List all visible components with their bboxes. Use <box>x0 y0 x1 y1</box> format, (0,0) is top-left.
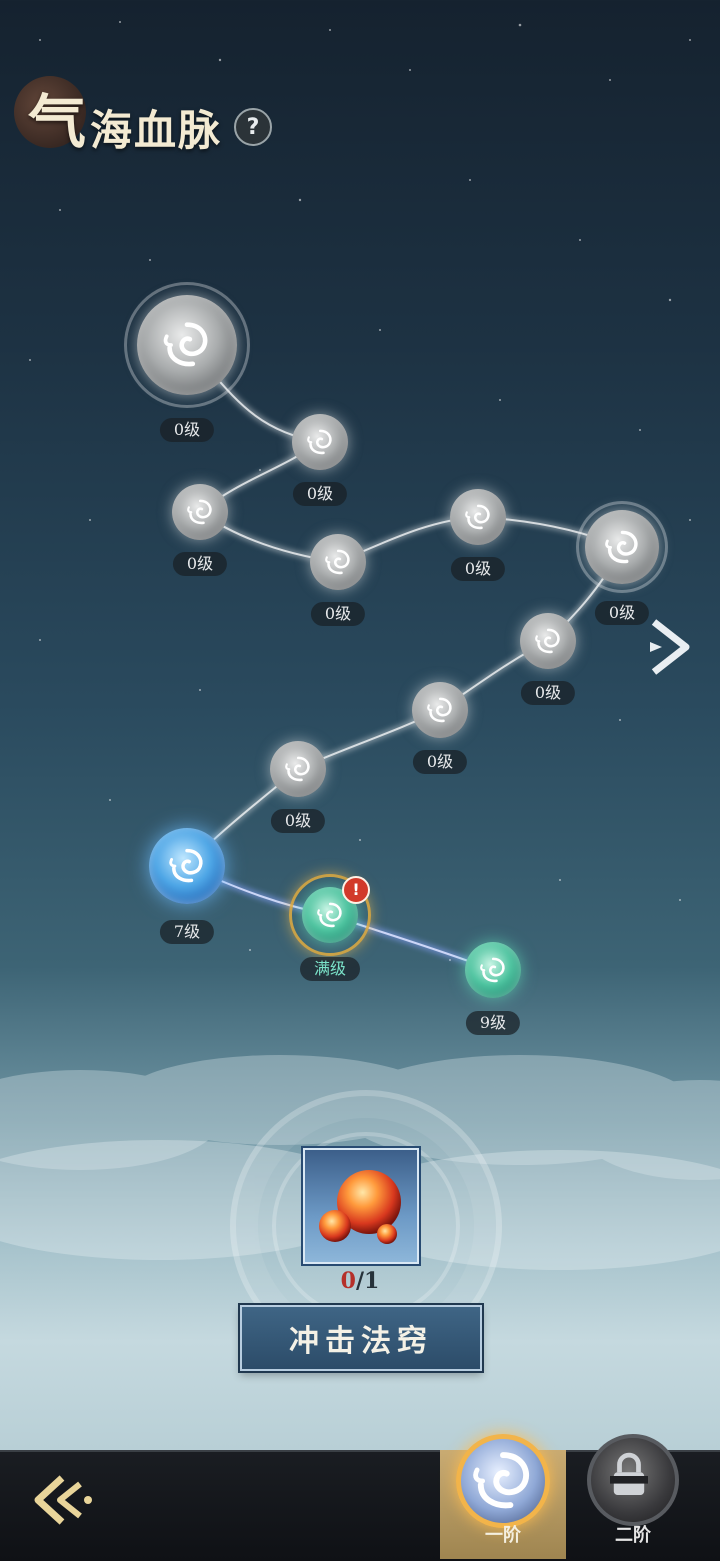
meridian-node-8[interactable] <box>412 682 468 738</box>
swirl-icon <box>462 501 494 533</box>
meridian-node-7[interactable] <box>520 613 576 669</box>
node-level-label: 0级 <box>172 552 228 576</box>
alert-badge-icon: ! <box>342 876 370 904</box>
swirl-icon <box>477 954 509 986</box>
tab-stage-1[interactable]: 一阶 <box>440 1434 566 1559</box>
node-orb <box>585 510 659 584</box>
swirl-icon <box>466 1444 540 1518</box>
node-level-label: 7级 <box>159 920 215 944</box>
node-orb <box>520 613 576 669</box>
meridian-node-2[interactable] <box>292 414 348 470</box>
swirl-icon <box>424 694 456 726</box>
node-level-label: 0级 <box>159 418 215 442</box>
swirl-icon <box>322 546 354 578</box>
node-orb <box>450 489 506 545</box>
tab-stage-2[interactable]: 二阶 <box>570 1434 696 1559</box>
swirl-icon <box>282 753 314 785</box>
node-level-label: 满级 <box>299 957 361 981</box>
item-count-total: 1 <box>364 1268 380 1294</box>
item-count-current: 0 <box>340 1268 356 1294</box>
item-count: 0/1 <box>341 1268 380 1294</box>
node-orb <box>310 534 366 590</box>
node-orb <box>465 942 521 998</box>
meridian-node-10[interactable] <box>149 828 225 904</box>
meridian-node-6[interactable] <box>576 501 668 593</box>
fire-orb-graphic <box>319 1170 401 1244</box>
next-page-arrow-icon[interactable] <box>646 616 696 678</box>
node-orb <box>149 828 225 904</box>
stage-1-orb-icon <box>456 1434 550 1528</box>
meridian-node-4[interactable] <box>310 534 366 590</box>
node-level-label: 0级 <box>292 482 348 506</box>
breakthrough-button[interactable]: 冲击法窍 <box>240 1305 482 1371</box>
node-orb <box>292 414 348 470</box>
meridian-node-9[interactable] <box>270 741 326 797</box>
meridian-node-12[interactable] <box>465 942 521 998</box>
back-arrow-icon[interactable] <box>28 1470 98 1530</box>
node-level-label: 9级 <box>465 1011 521 1035</box>
lock-icon <box>610 1452 648 1495</box>
swirl-icon <box>532 625 564 657</box>
swirl-icon <box>165 844 209 888</box>
swirl-icon <box>314 899 346 931</box>
tab-label: 一阶 <box>485 1525 521 1546</box>
node-orb <box>412 682 468 738</box>
swirl-icon <box>601 526 644 569</box>
node-level-label: 0级 <box>310 602 366 626</box>
node-level-label: 0级 <box>520 681 576 705</box>
node-level-label: 0级 <box>594 601 650 625</box>
node-orb <box>270 741 326 797</box>
tab-label: 二阶 <box>615 1525 651 1546</box>
meridian-node-3[interactable] <box>172 484 228 540</box>
swirl-icon <box>184 496 216 528</box>
node-orb <box>172 484 228 540</box>
swirl-icon <box>158 316 216 374</box>
swirl-icon <box>304 426 336 458</box>
stage-2-locked-icon <box>587 1434 679 1526</box>
fire-orb-item-icon[interactable] <box>303 1148 419 1264</box>
meridian-node-1[interactable] <box>124 282 250 408</box>
node-level-label: 0级 <box>270 809 326 833</box>
meridian-node-5[interactable] <box>450 489 506 545</box>
node-level-label: 0级 <box>412 750 468 774</box>
node-orb <box>137 295 237 395</box>
node-level-label: 0级 <box>450 557 506 581</box>
